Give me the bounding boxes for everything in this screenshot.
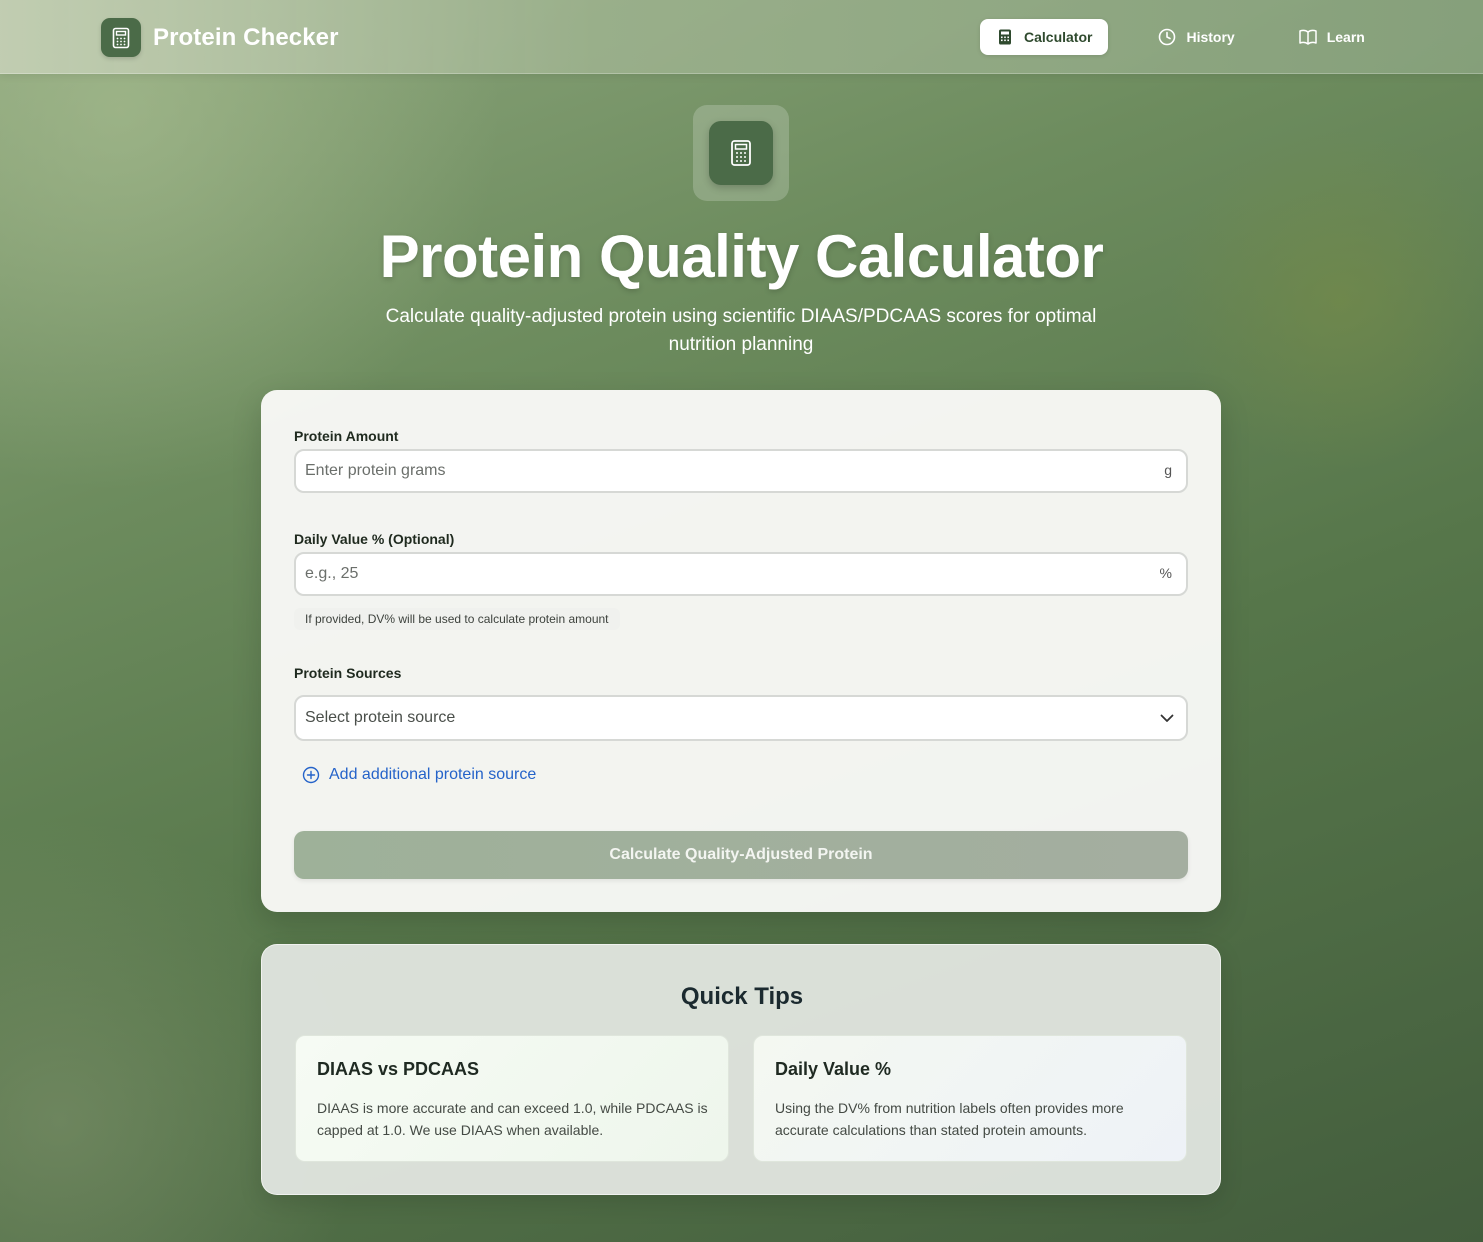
nav-history-label: History (1186, 29, 1235, 45)
nav-learn[interactable]: Learn (1283, 19, 1381, 55)
page-subtitle: Calculate quality-adjusted protein using… (385, 306, 1097, 355)
quick-tips-title: Quick Tips (680, 983, 804, 1010)
protein-amount-field: g (294, 449, 1188, 493)
nav-calculator[interactable]: Calculator (980, 19, 1109, 55)
daily-value-label: Daily Value % (Optional) (294, 531, 455, 547)
tip-body: DIAAS is more accurate and can exceed 1.… (317, 1100, 708, 1138)
protein-sources-label: Protein Sources (294, 665, 402, 681)
quick-tips-card: Quick Tips DIAAS vs PDCAAS DIAAS is more… (261, 944, 1221, 1195)
protein-amount-input[interactable] (296, 451, 1136, 491)
tip-title: Daily Value % (775, 1059, 892, 1079)
percent-suffix: % (1159, 565, 1172, 581)
tip-body: Using the DV% from nutrition labels ofte… (775, 1100, 1124, 1138)
calculate-button[interactable]: Calculate Quality-Adjusted Protein (294, 831, 1188, 879)
app-title: Protein Checker (153, 23, 339, 51)
nav-learn-label: Learn (1326, 29, 1365, 45)
tip-title: DIAAS vs PDCAAS (317, 1059, 480, 1079)
daily-value-field: % (294, 552, 1188, 596)
brand[interactable]: Protein Checker (101, 18, 339, 57)
hero-icon-container (693, 105, 789, 201)
calculator-icon (101, 18, 141, 57)
protein-source-select[interactable]: Select protein source (294, 695, 1188, 741)
calculator-icon (996, 28, 1014, 46)
nav-history[interactable]: History (1142, 19, 1250, 55)
daily-value-input[interactable] (296, 554, 1136, 594)
book-icon (1298, 28, 1317, 46)
daily-value-hint: If provided, DV% will be used to calcula… (294, 608, 620, 630)
nav-calculator-label: Calculator (1024, 29, 1093, 45)
main-nav: Calculator History Learn (980, 19, 1399, 55)
grams-suffix: g (1164, 462, 1172, 478)
tip-diaas-vs-pdcaas: DIAAS vs PDCAAS DIAAS is more accurate a… (295, 1035, 729, 1162)
protein-source-selected: Select protein source (305, 709, 456, 726)
top-nav-bar: Protein Checker Calculator History Learn (0, 0, 1483, 74)
plus-circle-icon (302, 766, 320, 784)
chevron-down-icon (1158, 709, 1176, 727)
add-protein-source-label: Add additional protein source (329, 766, 537, 783)
calculator-icon (709, 121, 773, 185)
add-protein-source-button[interactable]: Add additional protein source (302, 766, 536, 784)
calculator-form-card: Protein Amount g Daily Value % (Optional… (261, 390, 1221, 912)
tip-daily-value: Daily Value % Using the DV% from nutriti… (753, 1035, 1187, 1162)
protein-amount-label: Protein Amount (294, 428, 399, 444)
clock-icon (1158, 28, 1176, 46)
page-title: Protein Quality Calculator (379, 223, 1104, 290)
